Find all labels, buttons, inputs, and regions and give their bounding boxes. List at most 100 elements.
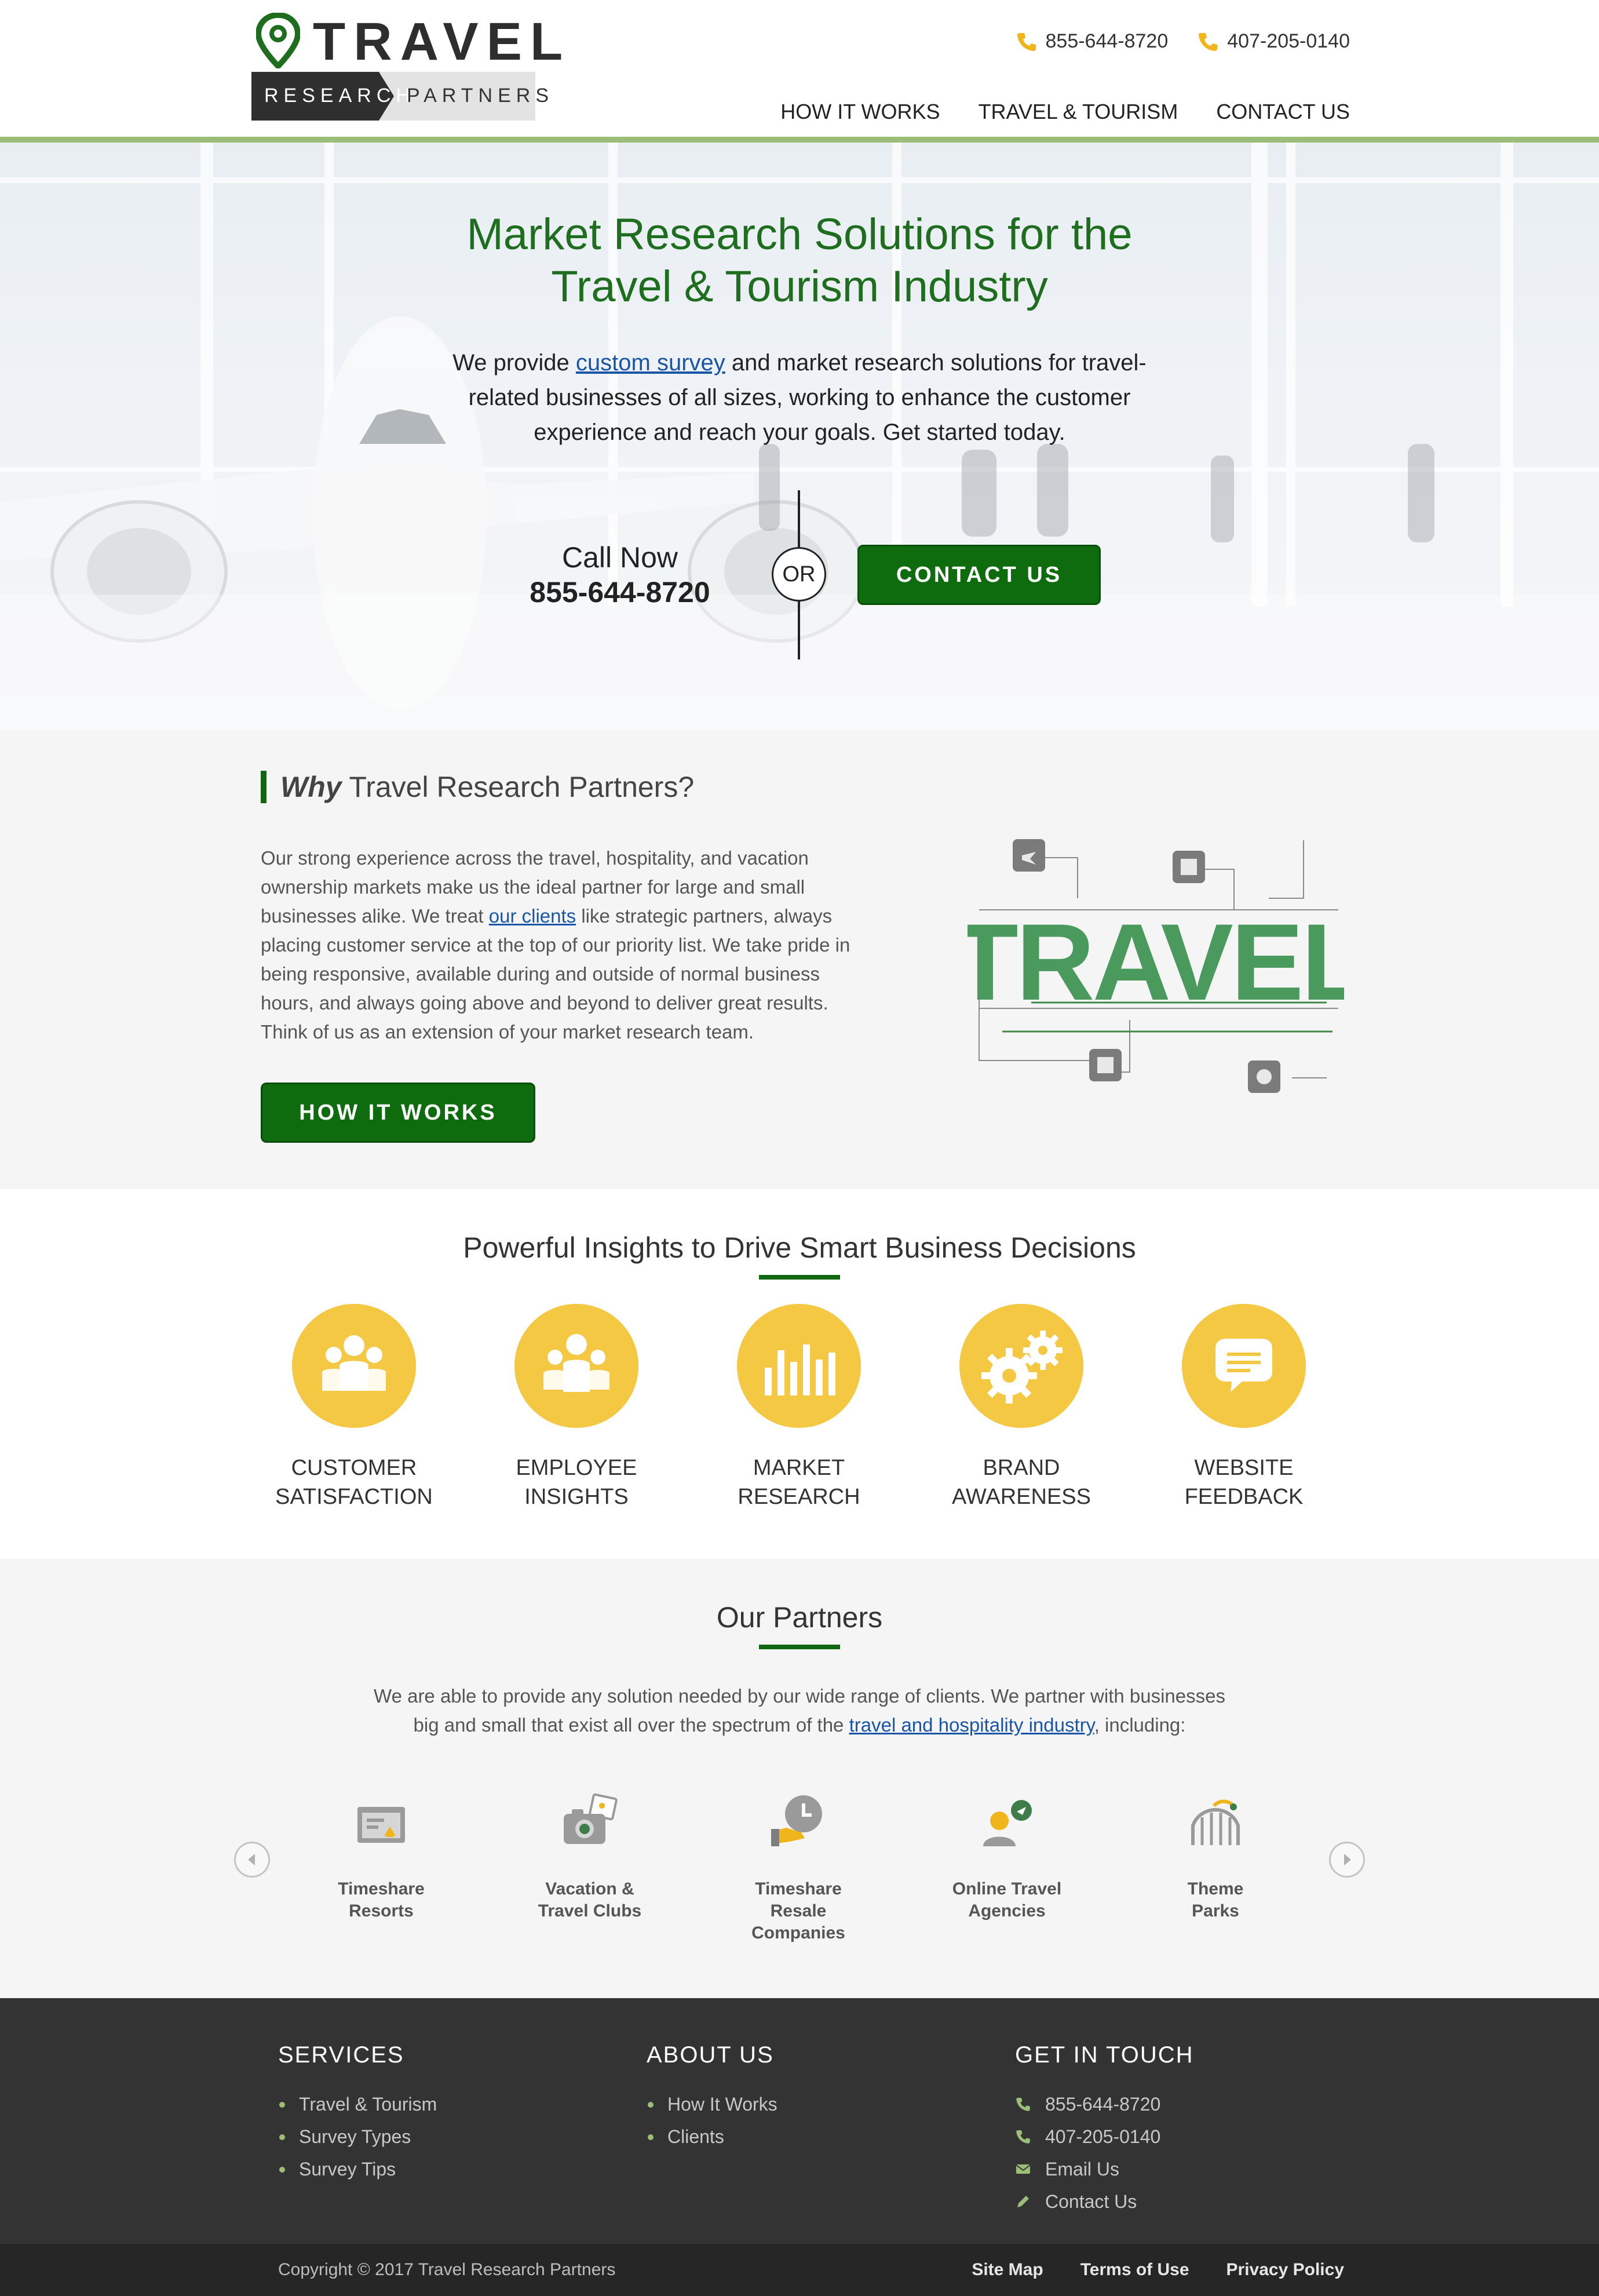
footer-phone-1[interactable]: 855-644-8720 — [1015, 2088, 1339, 2120]
footer-link-travel-tourism[interactable]: Travel & Tourism — [278, 2088, 603, 2120]
insight-label-line-2: RESEARCH — [738, 1485, 860, 1509]
contact-us-button[interactable]: CONTACT US — [857, 545, 1101, 605]
partner-label-line-2: Parks — [1192, 1901, 1239, 1920]
footer-phone-number: 407-205-0140 — [1045, 2126, 1161, 2147]
travel-blueprint-illustration: TRAVEL — [968, 839, 1344, 1093]
insights-title-rule — [759, 1275, 840, 1280]
footer-phone-2[interactable]: 407-205-0140 — [1015, 2120, 1339, 2153]
why-section: Why Travel Research Partners? Our strong… — [0, 730, 1599, 1189]
call-now-label: Call Now — [561, 541, 678, 574]
why-heading: Why Travel Research Partners? — [261, 771, 694, 803]
rollercoaster-icon — [1191, 1799, 1240, 1845]
bar-chart-icon — [737, 1304, 861, 1428]
travel-hospitality-link[interactable]: travel and hospitality industry — [849, 1714, 1094, 1736]
footer-link-how-it-works[interactable]: How It Works — [647, 2088, 971, 2120]
envelope-icon — [1016, 2164, 1031, 2174]
header-phone-number: 855-644-8720 — [1045, 30, 1169, 52]
footer-contact-title: GET IN TOUCH — [1015, 2042, 1194, 2068]
site-map-link[interactable]: Site Map — [972, 2260, 1043, 2280]
blueprint-travel-word: TRAVEL — [968, 901, 1344, 1023]
footer-link-clients[interactable]: Clients — [647, 2120, 971, 2153]
carousel-next-button[interactable] — [1329, 1842, 1365, 1878]
logo-tagline-right: PARTNERS — [407, 85, 554, 107]
carousel-prev-button[interactable] — [234, 1842, 270, 1878]
agent-icon — [983, 1800, 1032, 1846]
partner-label: Timeshare Resorts — [312, 1878, 451, 1922]
terms-of-use-link[interactable]: Terms of Use — [1080, 2260, 1189, 2280]
site-header: TRAVEL RESEARCH PARTNERS 855-644-8720 40… — [0, 0, 1599, 138]
why-heading-rest: Travel Research Partners? — [341, 771, 695, 803]
insight-label-line-1: EMPLOYEE — [516, 1456, 637, 1480]
nav-travel-tourism[interactable]: TRAVEL & TOURISM — [979, 100, 1178, 124]
header-divider — [0, 137, 1599, 143]
insight-label-line-1: MARKET — [753, 1456, 845, 1480]
hero-title-line-1: Market Research Solutions for the — [466, 210, 1133, 259]
partner-vacation-travel-clubs[interactable]: Vacation & Travel Clubs — [520, 1791, 659, 1922]
insight-label-line-1: CUSTOMER — [291, 1456, 417, 1480]
logo-wordmark: TRAVEL — [313, 12, 571, 71]
partner-timeshare-resale[interactable]: Timeshare Resale Companies — [729, 1791, 868, 1944]
nav-how-it-works[interactable]: HOW IT WORKS — [780, 100, 940, 124]
partners-intro: We are able to provide any solution need… — [359, 1682, 1240, 1740]
privacy-policy-link[interactable]: Privacy Policy — [1226, 2260, 1344, 2280]
insight-label-line-2: INSIGHTS — [524, 1485, 629, 1509]
footer-phone-number: 855-644-8720 — [1045, 2094, 1161, 2115]
insight-label-line-2: SATISFACTION — [275, 1485, 433, 1509]
main-nav: HOW IT WORKS TRAVEL & TOURISM CONTACT US — [780, 100, 1350, 124]
insight-website-feedback[interactable]: WEBSITE FEEDBACK — [1145, 1304, 1342, 1511]
clock-hand-icon — [771, 1795, 822, 1846]
partner-timeshare-resorts[interactable]: Timeshare Resorts — [312, 1791, 451, 1922]
call-now-block[interactable]: Call Now 855-644-8720 — [510, 540, 730, 610]
insight-brand-awareness[interactable]: BRAND AWARENESS — [923, 1304, 1120, 1511]
partner-label: Theme Parks — [1146, 1878, 1285, 1922]
header-phone-1[interactable]: 855-644-8720 — [1016, 30, 1169, 53]
gears-icon — [959, 1304, 1083, 1428]
footer-email-label: Email Us — [1045, 2159, 1120, 2180]
hero-intro: We provide custom survey and market rese… — [423, 345, 1176, 450]
partner-label-line-2: Agencies — [968, 1901, 1046, 1920]
partner-theme-parks[interactable]: Theme Parks — [1146, 1791, 1285, 1922]
our-clients-link[interactable]: our clients — [489, 905, 576, 927]
why-body: Our strong experience across the travel,… — [261, 844, 875, 1047]
partners-title: Our Partners — [716, 1601, 883, 1634]
partner-label: Online Travel Agencies — [937, 1878, 1076, 1922]
pencil-icon — [1017, 2196, 1029, 2207]
partner-label-line-2: Resale — [770, 1901, 827, 1920]
footer-link-survey-tips[interactable]: Survey Tips — [278, 2153, 603, 2185]
footer-services: SERVICES Travel & Tourism Survey Types S… — [278, 2042, 603, 2185]
insight-market-research[interactable]: MARKET RESEARCH — [700, 1304, 897, 1511]
footer-about-title: ABOUT US — [647, 2042, 774, 2068]
or-badge: OR — [772, 547, 826, 602]
how-it-works-button[interactable]: HOW IT WORKS — [261, 1083, 535, 1143]
insight-employee-insights[interactable]: EMPLOYEE INSIGHTS — [478, 1304, 675, 1511]
footer-contact-link[interactable]: Contact Us — [1015, 2185, 1339, 2218]
header-phones: 855-644-8720 407-205-0140 — [1016, 30, 1350, 53]
partner-label-line-2: Travel Clubs — [538, 1901, 642, 1920]
logo-tagline-bar: RESEARCH PARTNERS — [251, 72, 549, 121]
insights-section: Powerful Insights to Drive Smart Busines… — [0, 1189, 1599, 1559]
insight-label: MARKET RESEARCH — [700, 1453, 897, 1511]
partner-label-line-1: Timeshare — [338, 1879, 425, 1898]
partner-label: Timeshare Resale Companies — [729, 1878, 868, 1944]
partners-section: Our Partners We are able to provide any … — [0, 1559, 1599, 1998]
partners-intro-text-end: , including: — [1094, 1714, 1186, 1736]
insight-label: BRAND AWARENESS — [923, 1453, 1120, 1511]
insight-label: EMPLOYEE INSIGHTS — [478, 1453, 675, 1511]
footer-contact: GET IN TOUCH 855-644-8720 407-205-0140 E… — [1015, 2042, 1339, 2218]
header-phone-2[interactable]: 407-205-0140 — [1197, 30, 1350, 53]
partners-title-rule — [759, 1645, 840, 1649]
partner-label-line-2: Resorts — [349, 1901, 414, 1920]
hero-intro-text: We provide — [452, 350, 576, 376]
footer-email-link[interactable]: Email Us — [1015, 2153, 1339, 2185]
insight-customer-satisfaction[interactable]: CUSTOMER SATISFACTION — [255, 1304, 452, 1511]
partner-label-line-1: Online Travel — [952, 1879, 1062, 1898]
footer-about: ABOUT US How It Works Clients — [647, 2042, 971, 2153]
partner-online-travel-agencies[interactable]: Online Travel Agencies — [937, 1791, 1076, 1922]
custom-survey-link[interactable]: custom survey — [576, 350, 725, 376]
footer-link-survey-types[interactable]: Survey Types — [278, 2120, 603, 2153]
nav-contact-us[interactable]: CONTACT US — [1216, 100, 1350, 124]
site-logo[interactable]: TRAVEL RESEARCH PARTNERS — [250, 12, 563, 122]
site-footer: SERVICES Travel & Tourism Survey Types S… — [0, 1998, 1599, 2244]
insight-label: CUSTOMER SATISFACTION — [255, 1453, 452, 1511]
chat-bubble-icon — [1182, 1304, 1306, 1428]
